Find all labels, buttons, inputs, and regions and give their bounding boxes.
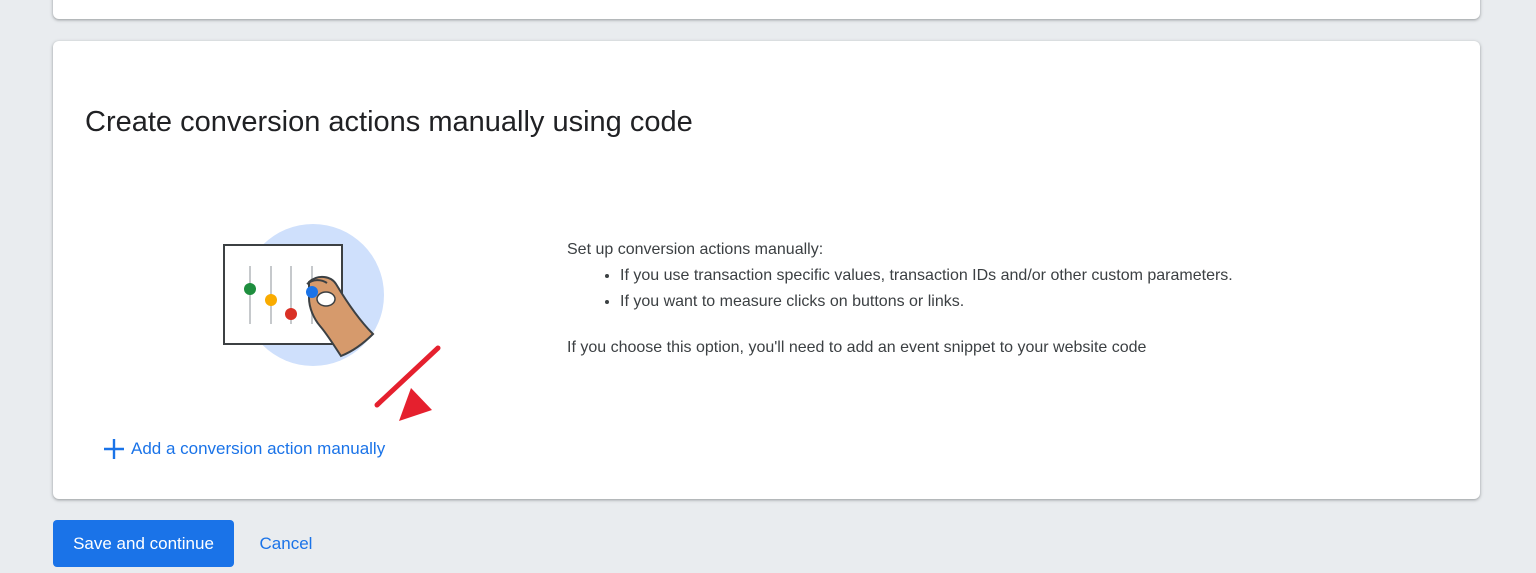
description: Set up conversion actions manually: If y… bbox=[567, 237, 1427, 361]
description-intro: Set up conversion actions manually: bbox=[567, 241, 824, 258]
description-note: If you choose this option, you'll need t… bbox=[567, 339, 1147, 356]
manual-conversion-card: Create conversion actions manually using… bbox=[53, 41, 1480, 499]
description-list: If you use transaction specific values, … bbox=[567, 263, 1427, 315]
cancel-button[interactable]: Cancel bbox=[246, 520, 326, 567]
add-link-label: Add a conversion action manually bbox=[131, 439, 386, 458]
previous-card bbox=[53, 0, 1480, 19]
list-item: If you use transaction specific values, … bbox=[620, 263, 1427, 289]
plus-icon bbox=[104, 439, 124, 459]
red-arrow-icon bbox=[374, 345, 441, 421]
save-and-continue-button[interactable]: Save and continue bbox=[53, 520, 234, 567]
card-title: Create conversion actions manually using… bbox=[85, 106, 693, 138]
add-conversion-action-link[interactable]: Add a conversion action manually bbox=[103, 438, 385, 460]
list-item: If you want to measure clicks on buttons… bbox=[620, 289, 1427, 315]
